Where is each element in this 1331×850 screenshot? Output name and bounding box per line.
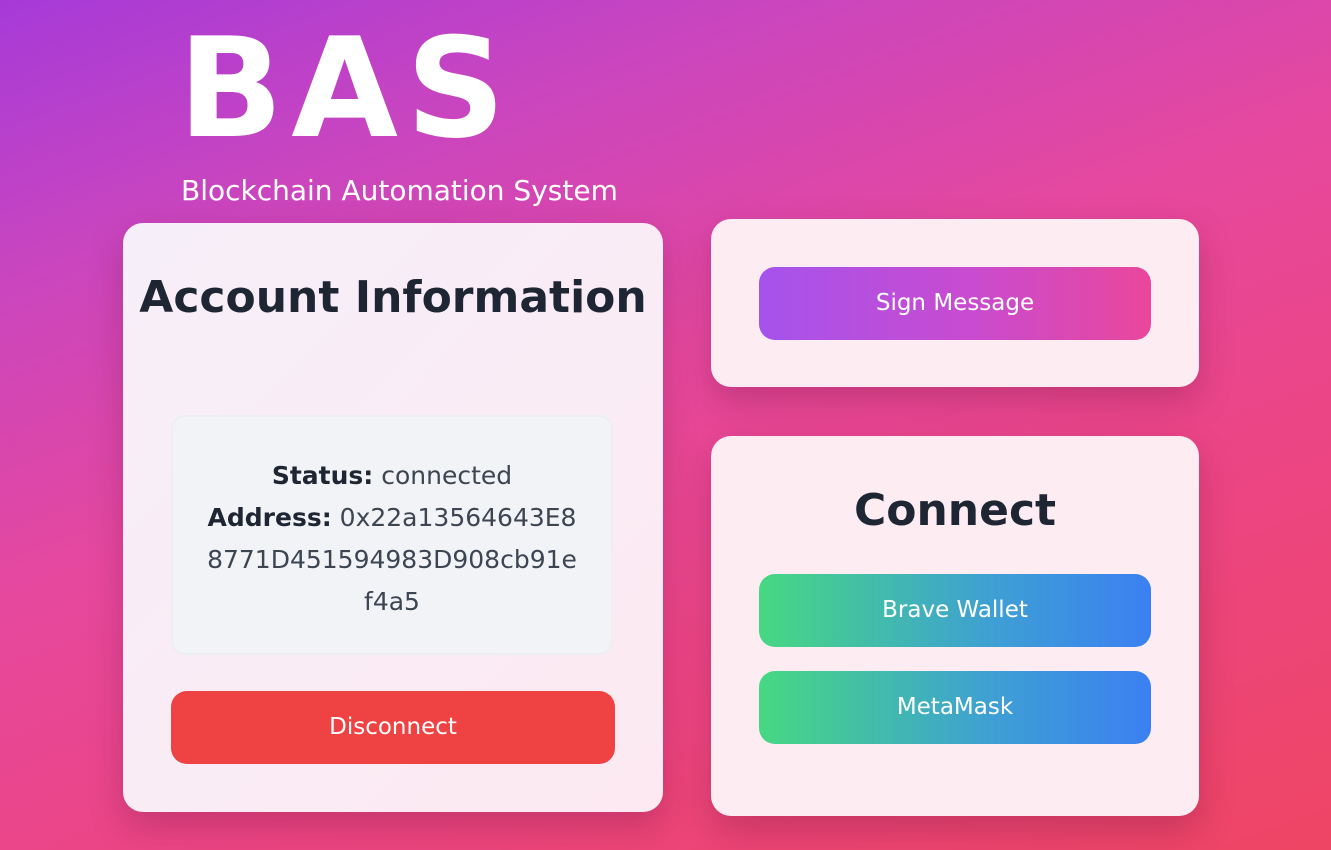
status-label: Status: (271, 461, 374, 490)
app-subtitle: Blockchain Automation System (181, 174, 618, 207)
address-line: Address: 0x22a13564643E88771D451594983D9… (205, 497, 579, 623)
disconnect-button[interactable]: Disconnect (171, 691, 615, 764)
account-information-card: Account Information Status: connected Ad… (123, 223, 663, 812)
connect-heading: Connect (853, 485, 1057, 536)
app-title: BAS (178, 8, 514, 169)
sign-message-card: Sign Message (711, 219, 1199, 387)
connect-card: Connect Brave Wallet MetaMask (711, 436, 1199, 816)
account-information-heading: Account Information (139, 272, 647, 323)
status-value: connected (381, 461, 513, 490)
address-label: Address: (207, 503, 332, 532)
sign-message-button[interactable]: Sign Message (759, 267, 1151, 340)
status-line: Status: connected (205, 455, 579, 497)
brave-wallet-button[interactable]: Brave Wallet (759, 574, 1151, 647)
account-details-box: Status: connected Address: 0x22a13564643… (171, 415, 613, 655)
metamask-button[interactable]: MetaMask (759, 671, 1151, 744)
